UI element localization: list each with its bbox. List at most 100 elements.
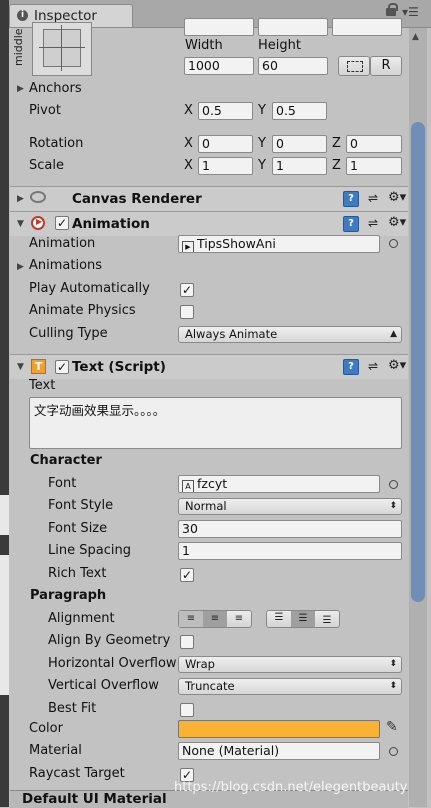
text-label: Text (29, 378, 56, 393)
animation-clip-field[interactable]: ▶ TipsShowAni (178, 235, 380, 253)
align-by-geometry-label: Align By Geometry (48, 633, 171, 648)
top-field-3[interactable] (332, 18, 402, 36)
font-size-field[interactable]: 30 (178, 520, 402, 538)
width-label: Width (185, 38, 223, 53)
gear-icon[interactable]: ⚙▾ (388, 216, 406, 230)
anchors-label[interactable]: Anchors (29, 81, 82, 97)
object-picker-icon[interactable] (389, 480, 398, 489)
anchor-preset-widget[interactable] (32, 22, 92, 76)
menu-icon[interactable]: ▾☰ (402, 5, 419, 19)
dotted-rect-icon (347, 61, 363, 72)
scale-x-field[interactable]: 1 (198, 157, 253, 175)
scale-z-axis: Z (332, 158, 341, 173)
left-panel-strip (0, 495, 9, 535)
material-label: Material (29, 743, 82, 758)
dropdown-arrow-icon: ⬍ (389, 681, 397, 691)
font-value: fzcyt (197, 476, 228, 491)
material-field[interactable]: None (Material) (178, 742, 380, 760)
help-icon[interactable]: ? (343, 216, 359, 232)
text-area-value: 文字动画效果显示。。。。 (34, 403, 166, 418)
scale-y-axis: Y (258, 158, 266, 173)
text-area[interactable]: 文字动画效果显示。。。。 (29, 397, 402, 449)
animation-clip-label: Animation (29, 236, 96, 251)
info-icon: i (17, 10, 28, 21)
align-top-icon[interactable]: ☰ (267, 611, 291, 627)
text-fold-arrow[interactable]: ▼ (17, 362, 24, 372)
height-field[interactable]: 60 (258, 57, 328, 75)
dropdown-arrow-icon: ▲ (390, 329, 397, 339)
animation-clip-icon: ▶ (182, 241, 194, 252)
rotation-x-field[interactable]: 0 (198, 135, 253, 153)
width-field[interactable]: 1000 (184, 57, 254, 75)
blueprint-mode-button[interactable] (338, 56, 370, 76)
object-picker-icon[interactable] (389, 747, 398, 756)
align-center-icon[interactable]: ≡ (203, 611, 227, 627)
vertical-overflow-dropdown[interactable]: Truncate ⬍ (178, 678, 402, 695)
align-by-geometry-checkbox[interactable] (180, 635, 194, 649)
gear-icon[interactable]: ⚙▾ (388, 359, 406, 373)
scrollbar-up-arrow[interactable]: ▲ (412, 32, 419, 42)
align-left-icon[interactable]: ≡ (179, 611, 203, 627)
raw-edit-button[interactable]: R (370, 56, 402, 76)
canvas-renderer-fold-arrow[interactable]: ▶ (17, 194, 24, 204)
animation-play-icon: ▶ (36, 217, 43, 226)
rich-text-checkbox[interactable]: ✓ (180, 568, 194, 582)
pivot-y-field[interactable]: 0.5 (272, 102, 327, 120)
top-field-2[interactable] (258, 18, 328, 36)
default-material-title: Default UI Material (22, 791, 167, 807)
align-bottom-icon[interactable]: ☰ (315, 611, 339, 627)
top-field-1[interactable] (184, 18, 254, 36)
rotation-label: Rotation (29, 136, 84, 151)
animations-label[interactable]: Animations (29, 258, 102, 274)
rotation-z-field[interactable]: 0 (346, 135, 402, 153)
left-panel-strip-2 (0, 555, 9, 695)
pivot-label: Pivot (29, 103, 61, 118)
help-icon[interactable]: ? (343, 191, 359, 207)
best-fit-checkbox[interactable] (180, 703, 194, 717)
animate-physics-checkbox[interactable] (180, 305, 194, 319)
object-picker-icon[interactable] (389, 239, 398, 248)
align-middle-icon[interactable]: ☰ (291, 611, 315, 627)
best-fit-label: Best Fit (48, 701, 97, 716)
pivot-x-axis: X (184, 103, 193, 118)
play-automatically-checkbox[interactable]: ✓ (180, 283, 194, 297)
animate-physics-label: Animate Physics (29, 303, 136, 318)
animations-fold-arrow[interactable]: ▶ (17, 262, 24, 272)
color-label: Color (29, 721, 63, 736)
gear-icon[interactable]: ⚙▾ (388, 191, 406, 205)
line-spacing-field[interactable]: 1 (178, 542, 402, 560)
character-section-label: Character (30, 453, 102, 468)
paragraph-section-label: Paragraph (30, 588, 107, 603)
rotation-y-field[interactable]: 0 (272, 135, 327, 153)
animation-enabled-checkbox[interactable]: ✓ (55, 216, 69, 230)
scale-z-field[interactable]: 1 (346, 157, 402, 175)
rotation-z-axis: Z (332, 136, 341, 151)
culling-type-dropdown[interactable]: Always Animate ▲ (178, 326, 402, 343)
horizontal-overflow-label: Horizontal Overflow (48, 656, 177, 671)
font-label: Font (48, 476, 77, 491)
canvas-renderer-icon (30, 191, 46, 203)
preset-icon[interactable]: ⇌ (366, 191, 380, 205)
eyedropper-icon[interactable]: ✎ (386, 719, 398, 735)
preset-icon[interactable]: ⇌ (366, 216, 380, 230)
animation-title: Animation (72, 216, 150, 232)
pivot-y-axis: Y (258, 103, 266, 118)
help-icon[interactable]: ? (343, 359, 359, 375)
align-right-icon[interactable]: ≡ (227, 611, 251, 627)
animation-fold-arrow[interactable]: ▼ (17, 219, 24, 229)
scrollbar-thumb[interactable] (411, 122, 425, 602)
dropdown-arrow-icon: ⬍ (389, 501, 397, 511)
preset-icon[interactable]: ⇌ (366, 359, 380, 373)
rotation-y-axis: Y (258, 136, 266, 151)
horizontal-overflow-dropdown[interactable]: Wrap ⬍ (178, 656, 402, 673)
scale-y-field[interactable]: 1 (272, 157, 327, 175)
anchors-fold-arrow[interactable]: ▶ (17, 84, 24, 94)
text-enabled-checkbox[interactable]: ✓ (55, 360, 69, 374)
raycast-target-label: Raycast Target (29, 766, 125, 781)
font-style-dropdown[interactable]: Normal ⬍ (178, 498, 402, 515)
animation-clip-value: TipsShowAni (197, 236, 276, 251)
color-swatch[interactable] (178, 720, 380, 738)
rich-text-label: Rich Text (48, 566, 107, 581)
pivot-x-field[interactable]: 0.5 (198, 102, 253, 120)
font-field[interactable]: Afzcyt (178, 475, 380, 493)
